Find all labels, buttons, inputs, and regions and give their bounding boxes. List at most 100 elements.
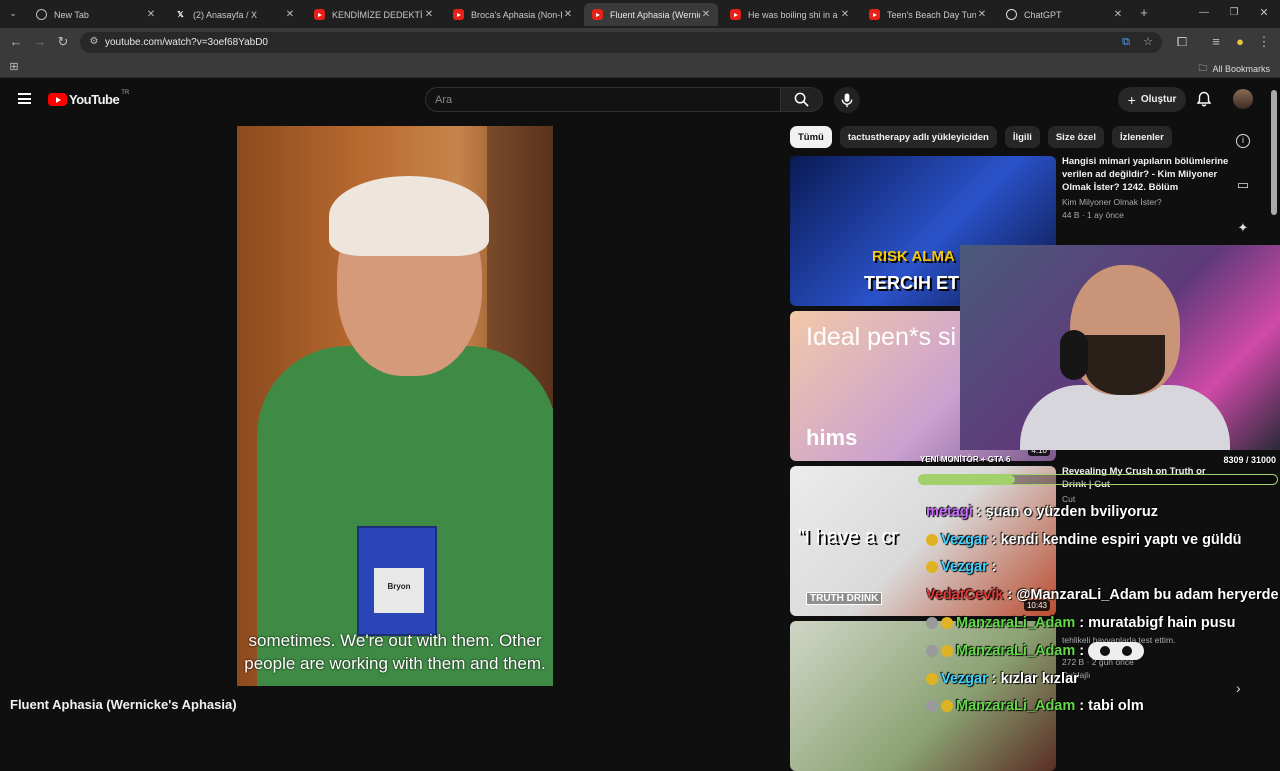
site-info-icon[interactable]: ⚙ <box>86 34 102 50</box>
close-tab-icon[interactable]: ✕ <box>1112 9 1124 20</box>
info-icon[interactable]: i <box>1236 134 1250 148</box>
youtube-wordmark: YouTube <box>69 92 120 107</box>
thumbnail-text: Ideal pen*s si <box>806 323 957 351</box>
filter-chip[interactable]: Size özel <box>1047 126 1104 148</box>
chat-message: Vezgar: kızlar kızlar <box>926 665 1280 693</box>
chat-text: : kızlar kızlar <box>991 670 1079 687</box>
voice-search-button[interactable] <box>834 87 860 113</box>
filter-chip[interactable]: tactustherapy adlı yükleyiciden <box>839 126 997 148</box>
person-hair <box>329 176 489 256</box>
apps-grid-icon[interactable]: ⊞ <box>6 59 22 75</box>
name-badge: Bryon <box>357 526 437 636</box>
close-window-icon[interactable]: ✕ <box>1256 5 1272 21</box>
chat-message: Vezgar: kendi kendine espiri yaptı ve gü… <box>926 526 1280 554</box>
search-box <box>425 87 781 112</box>
chat-message: ManzaraLi_Adam: tabi olm <box>926 693 1280 721</box>
menu-hamburger-icon[interactable] <box>18 93 31 104</box>
youtube-play-icon <box>48 93 67 106</box>
recommendation-meta: 44 B · 1 ay önce <box>1062 210 1124 220</box>
chat-text: : @ManzaraLi_Adam bu adam heryerde <box>1007 587 1279 604</box>
youtube-logo[interactable]: YouTube TR <box>48 90 129 107</box>
chat-username: ManzaraLi_Adam <box>956 642 1076 659</box>
browser-tab[interactable]: He was boiling shi in a ke✕ <box>722 3 857 26</box>
browser-tab[interactable]: Broca's Aphasia (Non-Flu✕ <box>445 3 580 26</box>
new-tab-icon[interactable]: + <box>1136 5 1152 21</box>
reload-icon[interactable]: ↻ <box>55 34 71 50</box>
bookmark-star-icon[interactable]: ☆ <box>1140 34 1156 50</box>
tab-title: KENDİMİZE DEDEKTİF TU <box>332 9 423 20</box>
browser-tab[interactable]: ChatGPT ✕ <box>998 3 1130 26</box>
recommendation-title: Hangisi mimari yapıların bölümlerine ver… <box>1062 156 1229 193</box>
chat-username: Vezgar <box>941 531 988 548</box>
address-bar[interactable]: ⚙ youtube.com/watch?v=3oef68YabD0 ⧉ ☆ <box>80 32 1162 53</box>
chat-username: ManzaraLi_Adam <box>956 698 1076 715</box>
browser-tab[interactable]: KENDİMİZE DEDEKTİF TU✕ <box>306 3 441 26</box>
reading-list-icon[interactable]: ≡ <box>1208 34 1224 50</box>
chat-badge-icon <box>926 644 938 657</box>
chat-text: : <box>991 559 997 576</box>
browser-tab[interactable]: New Tab ✕ <box>28 3 163 26</box>
browser-tab[interactable]: Fluent Aphasia (Wernicke✕ <box>584 3 718 26</box>
close-tab-icon[interactable]: ✕ <box>976 9 988 20</box>
menu-kebab-icon[interactable]: ⋮ <box>1256 34 1272 50</box>
browser-tab[interactable]: 𝕏 (2) Anasayfa / X ✕ <box>167 3 302 26</box>
tab-title: (2) Anasayfa / X <box>193 9 258 20</box>
video-frame[interactable]: Bryon <box>237 126 553 686</box>
video-title: Fluent Aphasia (Wernicke's Aphasia) <box>10 697 237 712</box>
search-input[interactable] <box>426 88 780 111</box>
create-label: Oluştur <box>1140 94 1177 105</box>
chat-badge-icon <box>941 700 953 713</box>
x-logo-icon: 𝕏 <box>177 10 184 19</box>
extensions-icon[interactable]: ⧠ <box>1174 34 1190 50</box>
goal-label: YENİ MONİTÖR + GTA 6 <box>920 455 1011 464</box>
subtitle-line-2: people are working with them and them. <box>244 654 546 673</box>
close-tab-icon[interactable]: ✕ <box>562 9 574 20</box>
chat-username: Vezgar <box>941 559 988 576</box>
close-tab-icon[interactable]: ✕ <box>423 9 435 20</box>
chat-badge-icon <box>941 617 953 630</box>
minimize-icon[interactable]: — <box>1196 5 1212 21</box>
chat-text: : tabi olm <box>1079 698 1144 715</box>
chat-username: Vezgar <box>941 670 988 687</box>
back-icon[interactable]: ← <box>8 34 24 50</box>
video-player[interactable]: Bryon sometimes. We're out with them. Ot… <box>0 121 790 720</box>
profile-extension-icon[interactable]: ● <box>1232 34 1248 50</box>
stream-goal-header: YENİ MONİTÖR + GTA 6 8309 / 31000 <box>918 455 1278 467</box>
tab-search-icon[interactable]: ⌄ <box>5 5 21 21</box>
forward-icon[interactable]: → <box>32 34 48 50</box>
all-bookmarks-label: All Bookmarks <box>1212 64 1270 74</box>
browser-tab[interactable]: Teen's Beach Day Turns In✕ <box>861 3 994 26</box>
recommendation-channel: Kim Milyoner Olmak İster? <box>1062 197 1162 207</box>
chat-username: ManzaraLi_Adam <box>956 615 1076 632</box>
recommendation-info[interactable]: Hangisi mimari yapıların bölümlerine ver… <box>1062 155 1232 220</box>
search-button[interactable] <box>781 87 823 112</box>
page-scrollbar[interactable] <box>1271 90 1277 215</box>
user-avatar[interactable] <box>1233 89 1253 109</box>
sparkle-ai-icon[interactable]: ✦ <box>1234 219 1252 237</box>
close-tab-icon[interactable]: ✕ <box>145 9 157 20</box>
chat-badge-icon <box>926 700 938 713</box>
stream-goal-progress-fill <box>919 475 1015 484</box>
all-bookmarks-button[interactable]: 🗀 All Bookmarks <box>1198 61 1270 77</box>
chatgpt-icon <box>1006 9 1017 20</box>
youtube-icon <box>453 9 464 20</box>
chat-icon[interactable]: ▭ <box>1234 176 1252 194</box>
translate-icon[interactable]: ⧉ <box>1118 34 1134 50</box>
chat-badge-icon <box>926 617 938 630</box>
youtube-icon <box>314 9 325 20</box>
notifications-bell-icon[interactable] <box>1196 91 1212 107</box>
filter-chip[interactable]: İzlenenler <box>1111 126 1172 148</box>
tab-title: New Tab <box>54 9 89 20</box>
stream-webcam-overlay <box>960 245 1280 450</box>
chat-text: : kendi kendine espiri yaptı ve güldü <box>991 531 1242 548</box>
restore-icon[interactable]: ❐ <box>1226 5 1242 21</box>
close-tab-icon[interactable]: ✕ <box>839 9 851 20</box>
microphone-icon <box>841 92 853 107</box>
create-button[interactable]: + Oluştur <box>1118 87 1186 112</box>
filter-chip[interactable]: İlgili <box>1004 126 1040 148</box>
filter-chip[interactable]: Tümü <box>790 126 832 148</box>
chat-emote-icon <box>1088 641 1145 660</box>
close-tab-icon[interactable]: ✕ <box>284 9 296 20</box>
close-tab-icon[interactable]: ✕ <box>700 9 712 20</box>
search-icon <box>794 92 809 107</box>
